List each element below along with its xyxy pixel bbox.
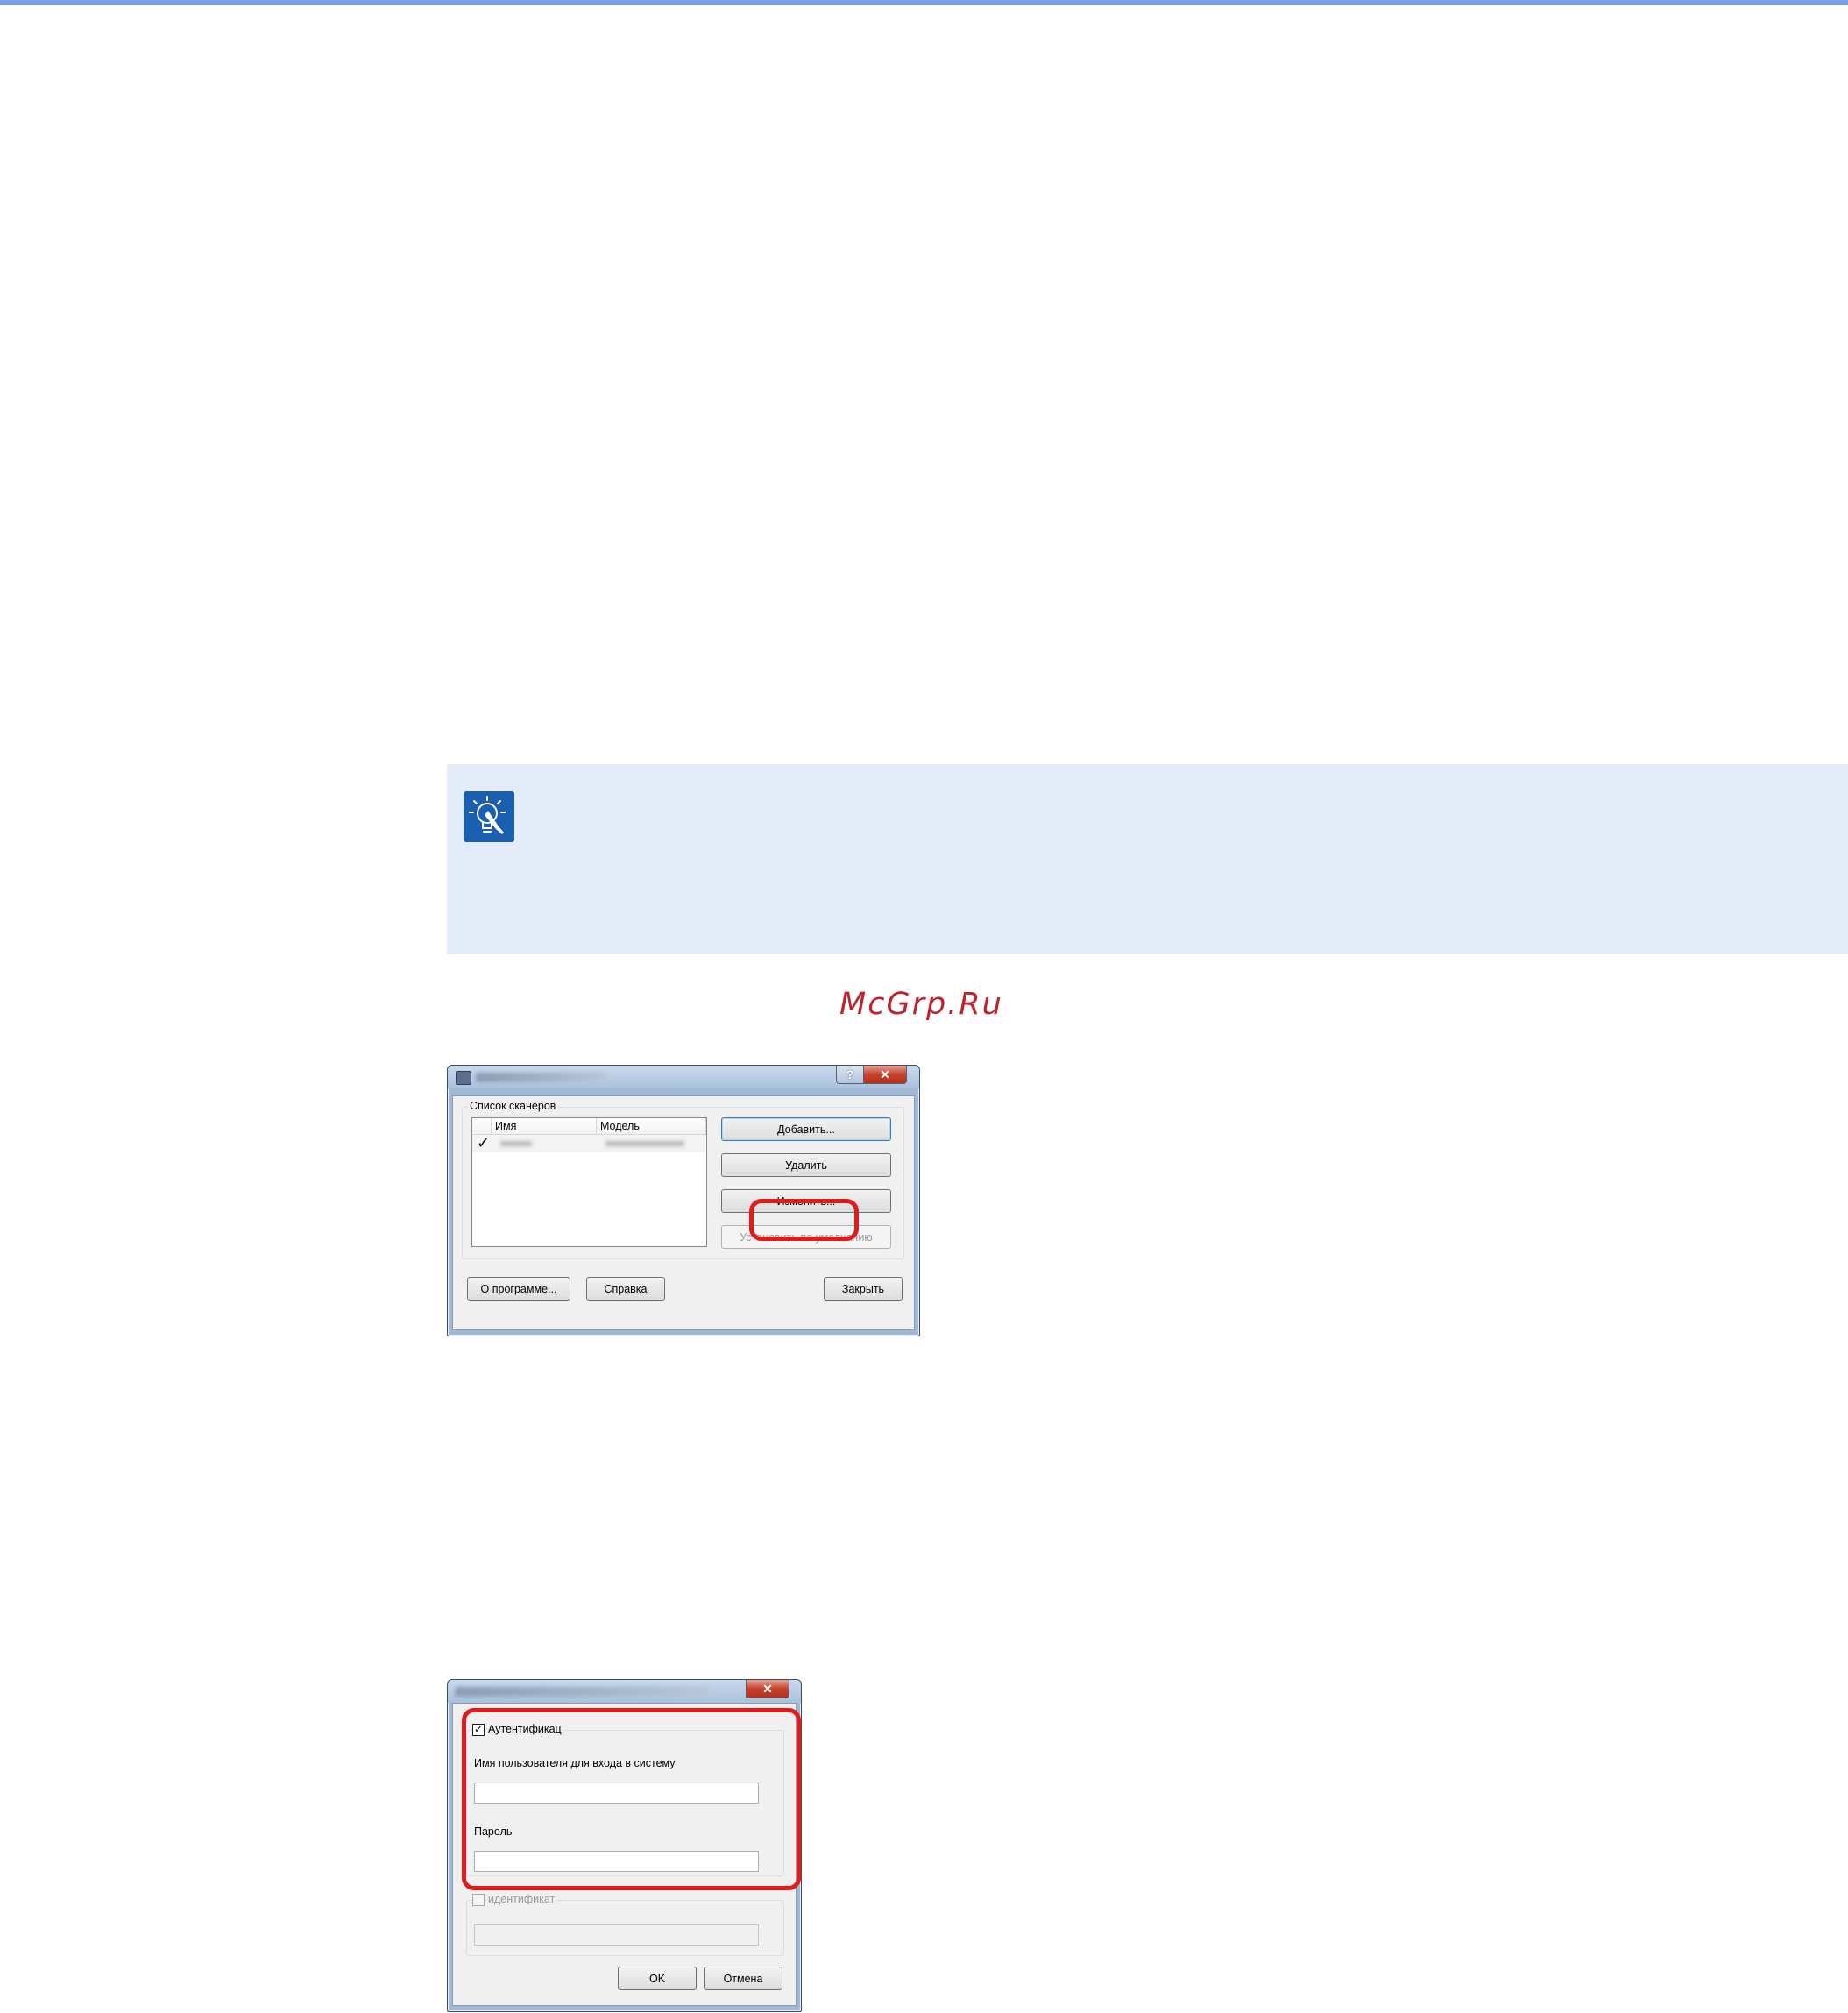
scanner-name-blurred <box>500 1141 532 1146</box>
title-bar: ? ✕ <box>448 1066 919 1088</box>
scanner-model-blurred <box>605 1141 684 1146</box>
edit-button-highlight <box>749 1199 859 1241</box>
header-model[interactable]: Модель <box>597 1118 706 1134</box>
about-button[interactable]: О программе... <box>467 1277 570 1301</box>
id-field[interactable] <box>474 1924 759 1946</box>
add-button[interactable]: Добавить... <box>721 1117 891 1141</box>
title-text-blurred <box>455 1687 709 1697</box>
id-group: идентификат <box>466 1893 784 1956</box>
lightbulb-note-icon <box>464 791 514 842</box>
header-check-column <box>472 1118 492 1134</box>
watermark: McGrp.Ru <box>839 987 1003 1022</box>
help-button[interactable]: Справка <box>586 1277 665 1301</box>
note-box <box>447 764 1848 954</box>
header-name[interactable]: Имя <box>492 1118 597 1134</box>
help-caption-button[interactable]: ? <box>836 1066 864 1084</box>
close-icon: ✕ <box>880 1067 890 1081</box>
top-rule <box>0 0 1848 5</box>
default-check-icon: ✓ <box>477 1134 491 1152</box>
list-header: Имя Модель <box>472 1118 706 1135</box>
close-caption-button[interactable]: ✕ <box>863 1066 907 1084</box>
title-text-blurred <box>476 1073 607 1082</box>
group-label: Список сканеров <box>468 1100 558 1112</box>
id-checkbox-label: идентификат <box>486 1893 557 1905</box>
delete-button[interactable]: Удалить <box>721 1153 891 1177</box>
close-caption-button[interactable]: ✕ <box>746 1680 789 1698</box>
ok-button[interactable]: OK <box>618 1967 697 1990</box>
app-icon <box>456 1071 471 1085</box>
scanner-list[interactable]: Имя Модель ✓ <box>471 1117 707 1247</box>
authentication-highlight <box>462 1708 801 1890</box>
title-bar: ✕ <box>448 1680 801 1703</box>
id-checkbox[interactable] <box>472 1894 485 1906</box>
list-item[interactable]: ✓ <box>472 1135 705 1152</box>
close-button[interactable]: Закрыть <box>824 1277 903 1301</box>
cancel-button[interactable]: Отмена <box>704 1967 782 1990</box>
close-icon: ✕ <box>762 1681 773 1696</box>
